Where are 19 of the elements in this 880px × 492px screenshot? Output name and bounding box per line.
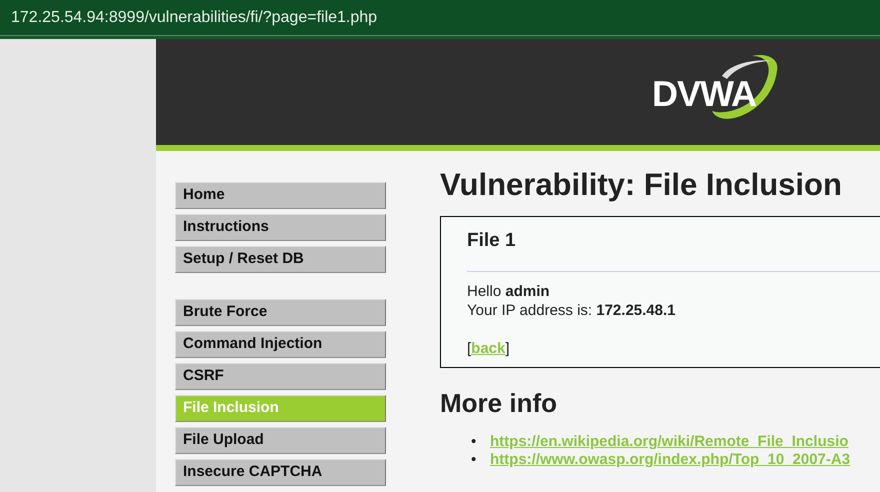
menu-item[interactable]: Instructions xyxy=(175,214,386,241)
url-text[interactable]: 172.25.54.94:8999/vulnerabilities/fi/?page=file1.php xyxy=(11,8,378,26)
menu-item[interactable]: Setup / Reset DB xyxy=(175,246,386,273)
info-text: Hello admin xyxy=(467,282,551,301)
panel-heading: File 1 xyxy=(467,229,517,253)
page-title: Vulnerability: File Inclusion xyxy=(440,166,843,204)
info-text: Your IP address is: 172.25.48.1 xyxy=(467,301,676,320)
bracket-text: ] xyxy=(505,340,510,357)
menu-item[interactable]: CSRF xyxy=(175,363,386,390)
menu-item[interactable]: File Upload xyxy=(175,427,386,454)
logo-text: DVWA xyxy=(652,73,756,115)
menu-item[interactable]: Command Injection xyxy=(175,331,386,358)
menu-item[interactable]: Insecure CAPTCHA xyxy=(175,459,386,486)
section-heading: More info xyxy=(440,387,558,419)
menu-item[interactable]: Home xyxy=(175,182,386,209)
menu-item[interactable]: Brute Force xyxy=(175,299,386,326)
list-bullet: • xyxy=(471,433,478,451)
list-bullet: • xyxy=(471,451,478,469)
bracket-text: [ xyxy=(467,340,472,357)
